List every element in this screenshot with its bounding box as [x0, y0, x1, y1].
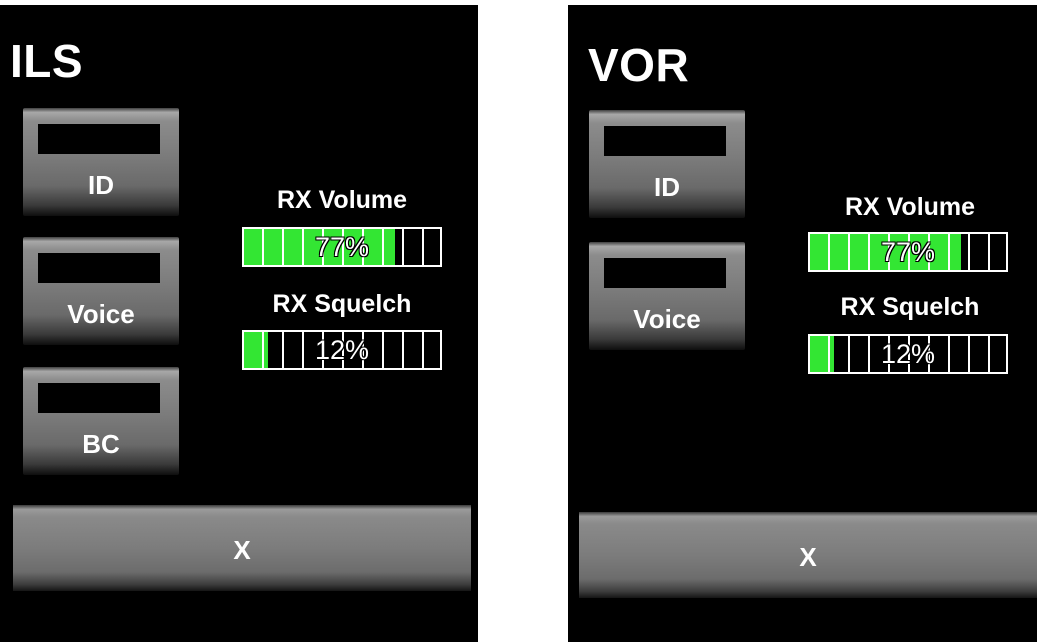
- vor-rx-volume-value: 77%: [880, 237, 936, 267]
- ils-rx-squelch-label: RX Squelch: [272, 290, 412, 318]
- ils-rx-volume-value: 77%: [314, 232, 370, 262]
- ils-rx-squelch-bar[interactable]: 12%: [242, 330, 442, 370]
- vor-id-button[interactable]: ID: [589, 110, 745, 218]
- vor-rx-volume-label: RX Volume: [844, 193, 976, 221]
- ils-close-button-label: X: [233, 535, 251, 565]
- ils-rx-squelch-value: 12%: [314, 335, 370, 365]
- ils-id-button[interactable]: ID: [23, 108, 179, 216]
- vor-id-button-label: ID: [654, 172, 680, 202]
- ils-id-indicator: [38, 124, 160, 154]
- ils-bc-button-label: BC: [82, 429, 120, 459]
- vor-close-button[interactable]: X: [579, 512, 1037, 598]
- ils-close-button[interactable]: X: [13, 505, 471, 591]
- vor-close-button-label: X: [799, 542, 817, 572]
- vor-voice-button[interactable]: Voice: [589, 242, 745, 350]
- ils-rx-volume-label: RX Volume: [276, 186, 408, 214]
- ils-bc-indicator: [38, 383, 160, 413]
- ils-panel: ILS ID Voice BC RX Volume 77% RX Squelch…: [0, 5, 478, 642]
- vor-panel: VOR ID Voice RX Volume 77% RX Squelch 12…: [568, 5, 1037, 642]
- ils-id-button-label: ID: [88, 170, 114, 200]
- vor-panel-title: VOR: [588, 39, 690, 91]
- ils-rx-volume-bar[interactable]: 77%: [242, 227, 442, 267]
- ils-panel-title: ILS: [10, 35, 84, 87]
- vor-rx-squelch-value: 12%: [880, 339, 936, 369]
- ils-voice-button[interactable]: Voice: [23, 237, 179, 345]
- vor-rx-squelch-bar[interactable]: 12%: [808, 334, 1008, 374]
- vor-voice-button-label: Voice: [633, 304, 701, 334]
- ils-bc-button[interactable]: BC: [23, 367, 179, 475]
- ils-voice-indicator: [38, 253, 160, 283]
- vor-voice-indicator: [604, 258, 726, 288]
- vor-rx-squelch-label: RX Squelch: [840, 293, 980, 321]
- ils-voice-button-label: Voice: [67, 299, 135, 329]
- vor-rx-volume-bar[interactable]: 77%: [808, 232, 1008, 272]
- vor-id-indicator: [604, 126, 726, 156]
